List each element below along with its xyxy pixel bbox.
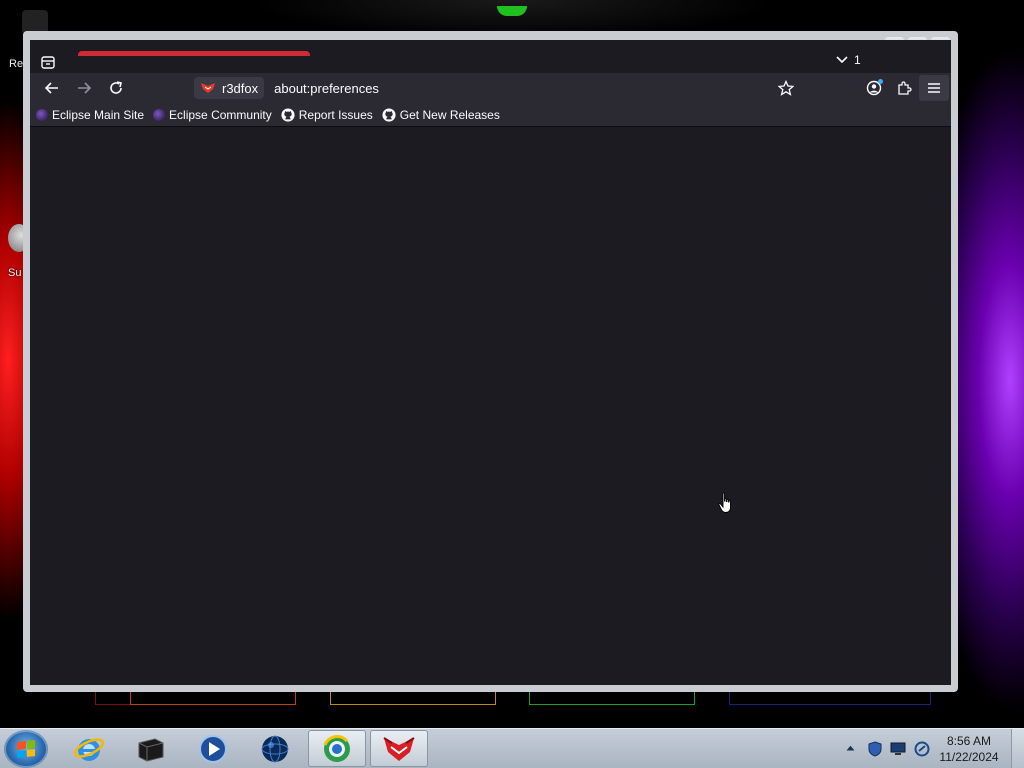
- app-menu-button[interactable]: [919, 75, 949, 101]
- puzzle-icon: [898, 81, 912, 95]
- clock-date: 11/22/2024: [939, 750, 999, 764]
- box-app-icon: [138, 737, 164, 762]
- identity-label: r3dfox: [222, 80, 259, 96]
- wallpaper-frame: [95, 690, 131, 705]
- network-icon[interactable]: [890, 742, 906, 756]
- wallpaper-frame: [529, 690, 695, 705]
- show-desktop-button[interactable]: [1011, 729, 1024, 768]
- eclipse-icon: [153, 108, 166, 121]
- identity-box[interactable]: r3dfox: [194, 77, 265, 99]
- desktop-icon-label[interactable]: Su: [8, 267, 21, 279]
- r3dfox-icon: [383, 736, 415, 761]
- r3dfox-icon: [201, 83, 215, 93]
- toolbar-right: [859, 73, 951, 103]
- taskbar: 8:56 AM 11/22/2024: [0, 728, 1024, 768]
- media-player-icon: [199, 734, 227, 763]
- notification-badge: [878, 79, 883, 84]
- page-content[interactable]: [30, 128, 951, 685]
- bookmark-get-new-releases[interactable]: Get New Releases: [382, 108, 500, 122]
- bookmark-star-button[interactable]: [771, 75, 801, 101]
- wallpaper-accent: [497, 6, 527, 16]
- bookmark-label: Eclipse Main Site: [52, 107, 145, 122]
- desktop-icon-label[interactable]: Re: [9, 58, 23, 70]
- firefox-view-button[interactable]: [40, 54, 56, 70]
- taskbar-box-app[interactable]: [122, 730, 180, 767]
- shield-icon[interactable]: [868, 741, 882, 757]
- wallpaper-frame: [130, 690, 296, 705]
- bookmark-label: Report Issues: [298, 107, 373, 122]
- forward-button[interactable]: [71, 77, 97, 99]
- browser-window: 1 r3dfox about:preferences Eclipse Main …: [23, 31, 958, 692]
- taskbar-globe[interactable]: [246, 730, 304, 767]
- back-arrow-icon: [44, 82, 58, 94]
- hamburger-menu-icon: [928, 83, 940, 93]
- volume-icon[interactable]: [914, 741, 930, 757]
- tab-count: 1: [854, 53, 861, 67]
- show-hidden-icons-icon[interactable]: [846, 745, 855, 751]
- system-tray: 8:56 AM 11/22/2024: [842, 729, 1024, 768]
- firefox-view-icon: [41, 56, 55, 69]
- extensions-button[interactable]: [889, 75, 919, 101]
- account-button[interactable]: [859, 75, 889, 101]
- windows-logo-icon: [17, 740, 35, 758]
- tab-strip: 1: [30, 40, 951, 73]
- star-icon: [778, 80, 794, 96]
- reload-icon: [110, 81, 122, 94]
- bookmarks-toolbar: Eclipse Main Site Eclipse Community Repo…: [30, 103, 951, 127]
- bookmark-eclipse-main-site[interactable]: Eclipse Main Site: [36, 108, 144, 122]
- eclipse-icon: [36, 108, 48, 121]
- chevron-down-icon: [836, 56, 848, 64]
- url-text[interactable]: about:preferences: [274, 81, 379, 96]
- taskbar-clock[interactable]: 8:56 AM 11/22/2024: [934, 733, 1004, 765]
- tab-list-dropdown[interactable]: 1: [836, 53, 861, 67]
- bookmark-report-issues[interactable]: Report Issues: [281, 108, 373, 122]
- url-bar[interactable]: r3dfox about:preferences: [190, 76, 790, 100]
- tab-active[interactable]: [78, 51, 310, 56]
- back-button[interactable]: [39, 77, 65, 99]
- browser-circle-icon: [323, 734, 350, 762]
- taskbar-r3dfox[interactable]: [370, 730, 428, 767]
- hand-cursor-icon: [718, 492, 731, 513]
- taskbar-internet-explorer[interactable]: [60, 730, 118, 767]
- wallpaper-frame: [330, 690, 496, 705]
- github-icon: [382, 107, 396, 122]
- bookmark-eclipse-community[interactable]: Eclipse Community: [153, 108, 272, 122]
- bookmark-label: Eclipse Community: [169, 107, 272, 122]
- reload-button[interactable]: [103, 77, 129, 99]
- github-icon: [281, 107, 295, 122]
- browser-chrome: 1 r3dfox about:preferences Eclipse Main …: [30, 40, 951, 685]
- wallpaper-frame: [729, 690, 931, 705]
- navigation-toolbar: r3dfox about:preferences: [30, 73, 951, 103]
- ie-icon: [73, 737, 105, 761]
- taskbar-media-player[interactable]: [184, 730, 242, 767]
- forward-arrow-icon: [78, 82, 92, 94]
- clock-time: 8:56 AM: [946, 734, 992, 748]
- bookmark-label: Get New Releases: [399, 107, 500, 122]
- taskbar-browser-circle[interactable]: [308, 730, 366, 767]
- globe-icon: [261, 735, 289, 762]
- start-button[interactable]: [4, 730, 48, 768]
